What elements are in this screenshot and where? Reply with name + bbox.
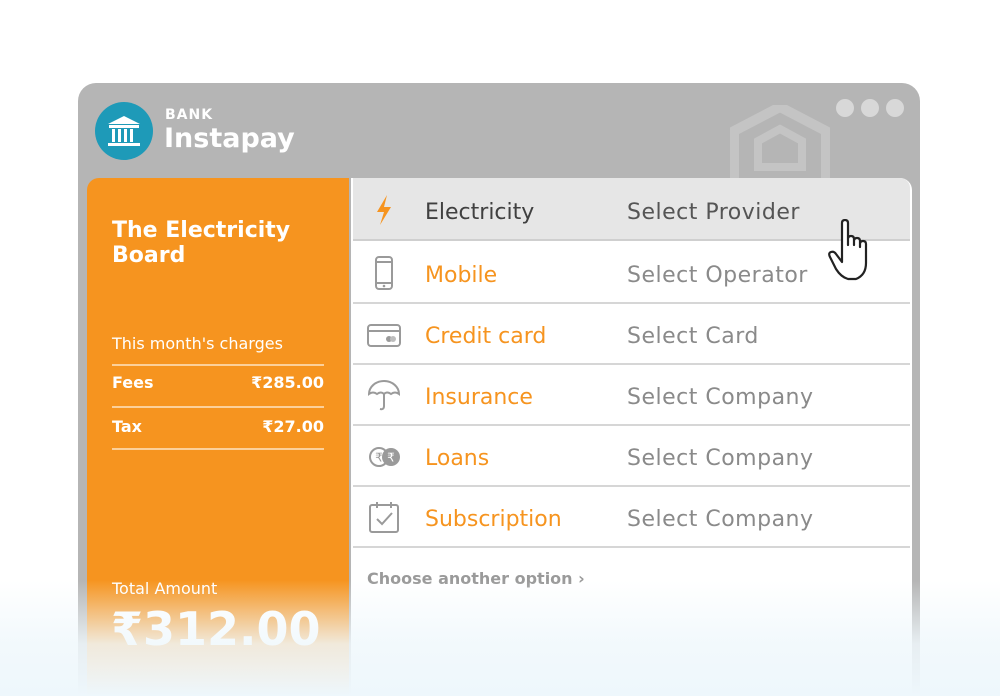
watermark-logo-icon xyxy=(730,105,830,185)
total-amount: ₹312.00 xyxy=(111,602,321,656)
umbrella-icon xyxy=(367,380,401,411)
select-card-dropdown[interactable]: Select Card xyxy=(627,324,759,349)
bank-logo xyxy=(95,102,153,160)
lightning-bolt-icon xyxy=(377,195,391,225)
divider xyxy=(112,448,324,450)
svg-text:₹: ₹ xyxy=(387,451,395,465)
select-company-dropdown[interactable]: Select Company xyxy=(627,446,814,471)
another-option-label: Choose another option xyxy=(367,569,573,588)
charge-row-tax: Tax ₹27.00 xyxy=(112,417,324,436)
divider xyxy=(112,406,324,408)
option-name: Loans xyxy=(425,446,490,471)
svg-text:₹: ₹ xyxy=(375,451,383,465)
window-dot-2[interactable] xyxy=(861,99,879,117)
select-provider-dropdown[interactable]: Select Provider xyxy=(627,200,800,225)
biller-title: The Electricity Board xyxy=(112,218,291,268)
window-dot-1[interactable] xyxy=(836,99,854,117)
charges-label: This month's charges xyxy=(112,334,283,353)
option-row-subscription[interactable]: Subscription Select Company xyxy=(353,485,910,548)
credit-card-icon xyxy=(367,324,401,347)
coins-icon: ₹ ₹ xyxy=(369,447,400,467)
hand-pointer-cursor-icon xyxy=(828,219,868,281)
window-controls xyxy=(836,99,904,117)
option-name: Credit card xyxy=(425,324,547,349)
bank-building-icon xyxy=(108,116,140,146)
option-name: Mobile xyxy=(425,263,498,288)
charge-row-fees: Fees ₹285.00 xyxy=(112,373,324,392)
option-name: Subscription xyxy=(425,507,562,532)
select-company-dropdown[interactable]: Select Company xyxy=(627,507,814,532)
select-company-dropdown[interactable]: Select Company xyxy=(627,385,814,410)
charge-label: Tax xyxy=(112,417,142,436)
option-row-loans[interactable]: ₹ ₹ Loans Select Company xyxy=(353,424,910,487)
app-title: Instapay xyxy=(164,123,295,154)
option-name: Insurance xyxy=(425,385,533,410)
charge-label: Fees xyxy=(112,373,154,392)
option-row-insurance[interactable]: Insurance Select Company xyxy=(353,363,910,426)
brand-label: BANK xyxy=(165,107,214,123)
option-row-credit-card[interactable]: Credit card Select Card xyxy=(353,302,910,365)
divider xyxy=(112,364,324,366)
total-label: Total Amount xyxy=(112,579,218,598)
chevron-right-icon: › xyxy=(578,569,585,588)
app-window: BANK Instapay The Electricity Board This… xyxy=(78,83,920,696)
choose-another-option-link[interactable]: Choose another option › xyxy=(367,569,585,588)
calendar-check-icon xyxy=(369,502,399,533)
charge-value: ₹285.00 xyxy=(251,373,324,392)
charge-value: ₹27.00 xyxy=(262,417,324,436)
window-dot-3[interactable] xyxy=(886,99,904,117)
option-name: Electricity xyxy=(425,200,535,225)
mobile-phone-icon xyxy=(375,256,393,290)
bill-summary-panel: The Electricity Board This month's charg… xyxy=(87,178,349,696)
select-operator-dropdown[interactable]: Select Operator xyxy=(627,263,808,288)
